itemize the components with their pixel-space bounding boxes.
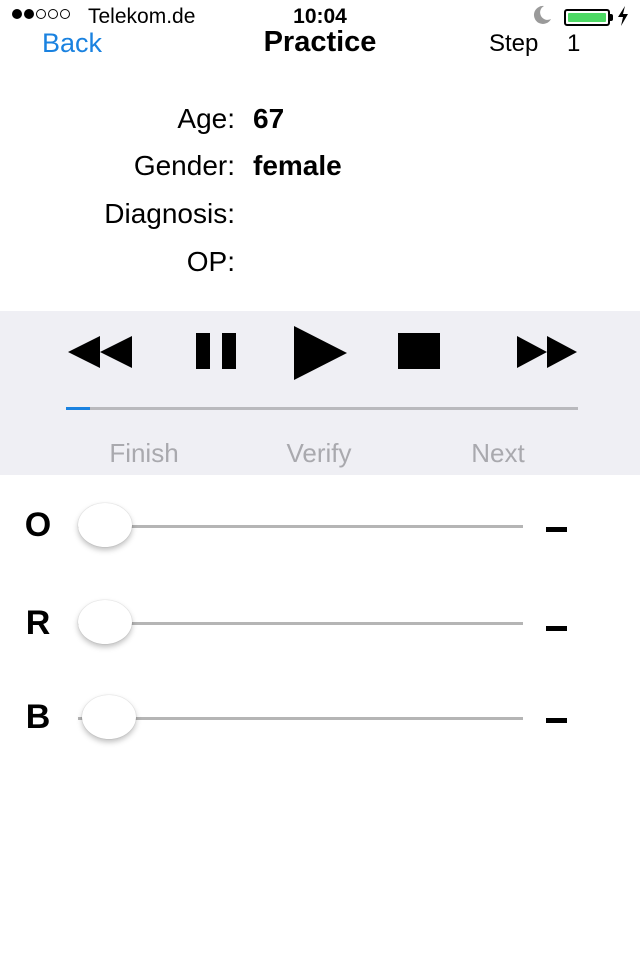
gender-label: Gender: (133, 150, 235, 181)
slider-b-value: - (546, 718, 567, 723)
battery-icon (564, 9, 610, 26)
play-icon[interactable] (292, 324, 350, 384)
slider-o-value: - (546, 527, 567, 532)
finish-button[interactable]: Finish (84, 438, 204, 469)
slider-o-thumb[interactable] (78, 503, 132, 547)
slider-r-label: R (25, 604, 51, 642)
slider-o-track[interactable] (78, 525, 523, 528)
pause-icon[interactable] (194, 324, 240, 380)
slider-o-label: O (24, 506, 52, 544)
fast-forward-icon[interactable] (515, 324, 579, 380)
age-value: 67 (253, 103, 285, 134)
battery-level (568, 13, 606, 22)
stop-icon[interactable] (396, 324, 442, 380)
slider-b-thumb[interactable] (81, 695, 136, 739)
verify-button[interactable]: Verify (259, 438, 379, 469)
slider-r-thumb[interactable] (78, 600, 132, 644)
playback-progress-fill (66, 407, 91, 410)
battery-tip (610, 14, 613, 21)
gender-value: female (253, 150, 342, 181)
step-label: Step (489, 30, 539, 57)
slider-b-track[interactable] (78, 717, 523, 720)
step-number: 1 (567, 30, 581, 57)
charging-bolt-icon (618, 6, 628, 26)
slider-b-label: B (25, 698, 51, 736)
age-label: Age: (177, 103, 235, 134)
op-label: OP: (186, 246, 235, 277)
slider-r-track[interactable] (78, 622, 523, 625)
next-button[interactable]: Next (438, 438, 558, 469)
rewind-icon[interactable] (66, 324, 134, 380)
page-title: Practice (263, 26, 377, 58)
playback-progress-bar[interactable] (66, 407, 578, 410)
diagnosis-label: Diagnosis: (104, 198, 235, 229)
do-not-disturb-moon-icon (533, 5, 551, 24)
slider-r-value: - (546, 626, 567, 631)
